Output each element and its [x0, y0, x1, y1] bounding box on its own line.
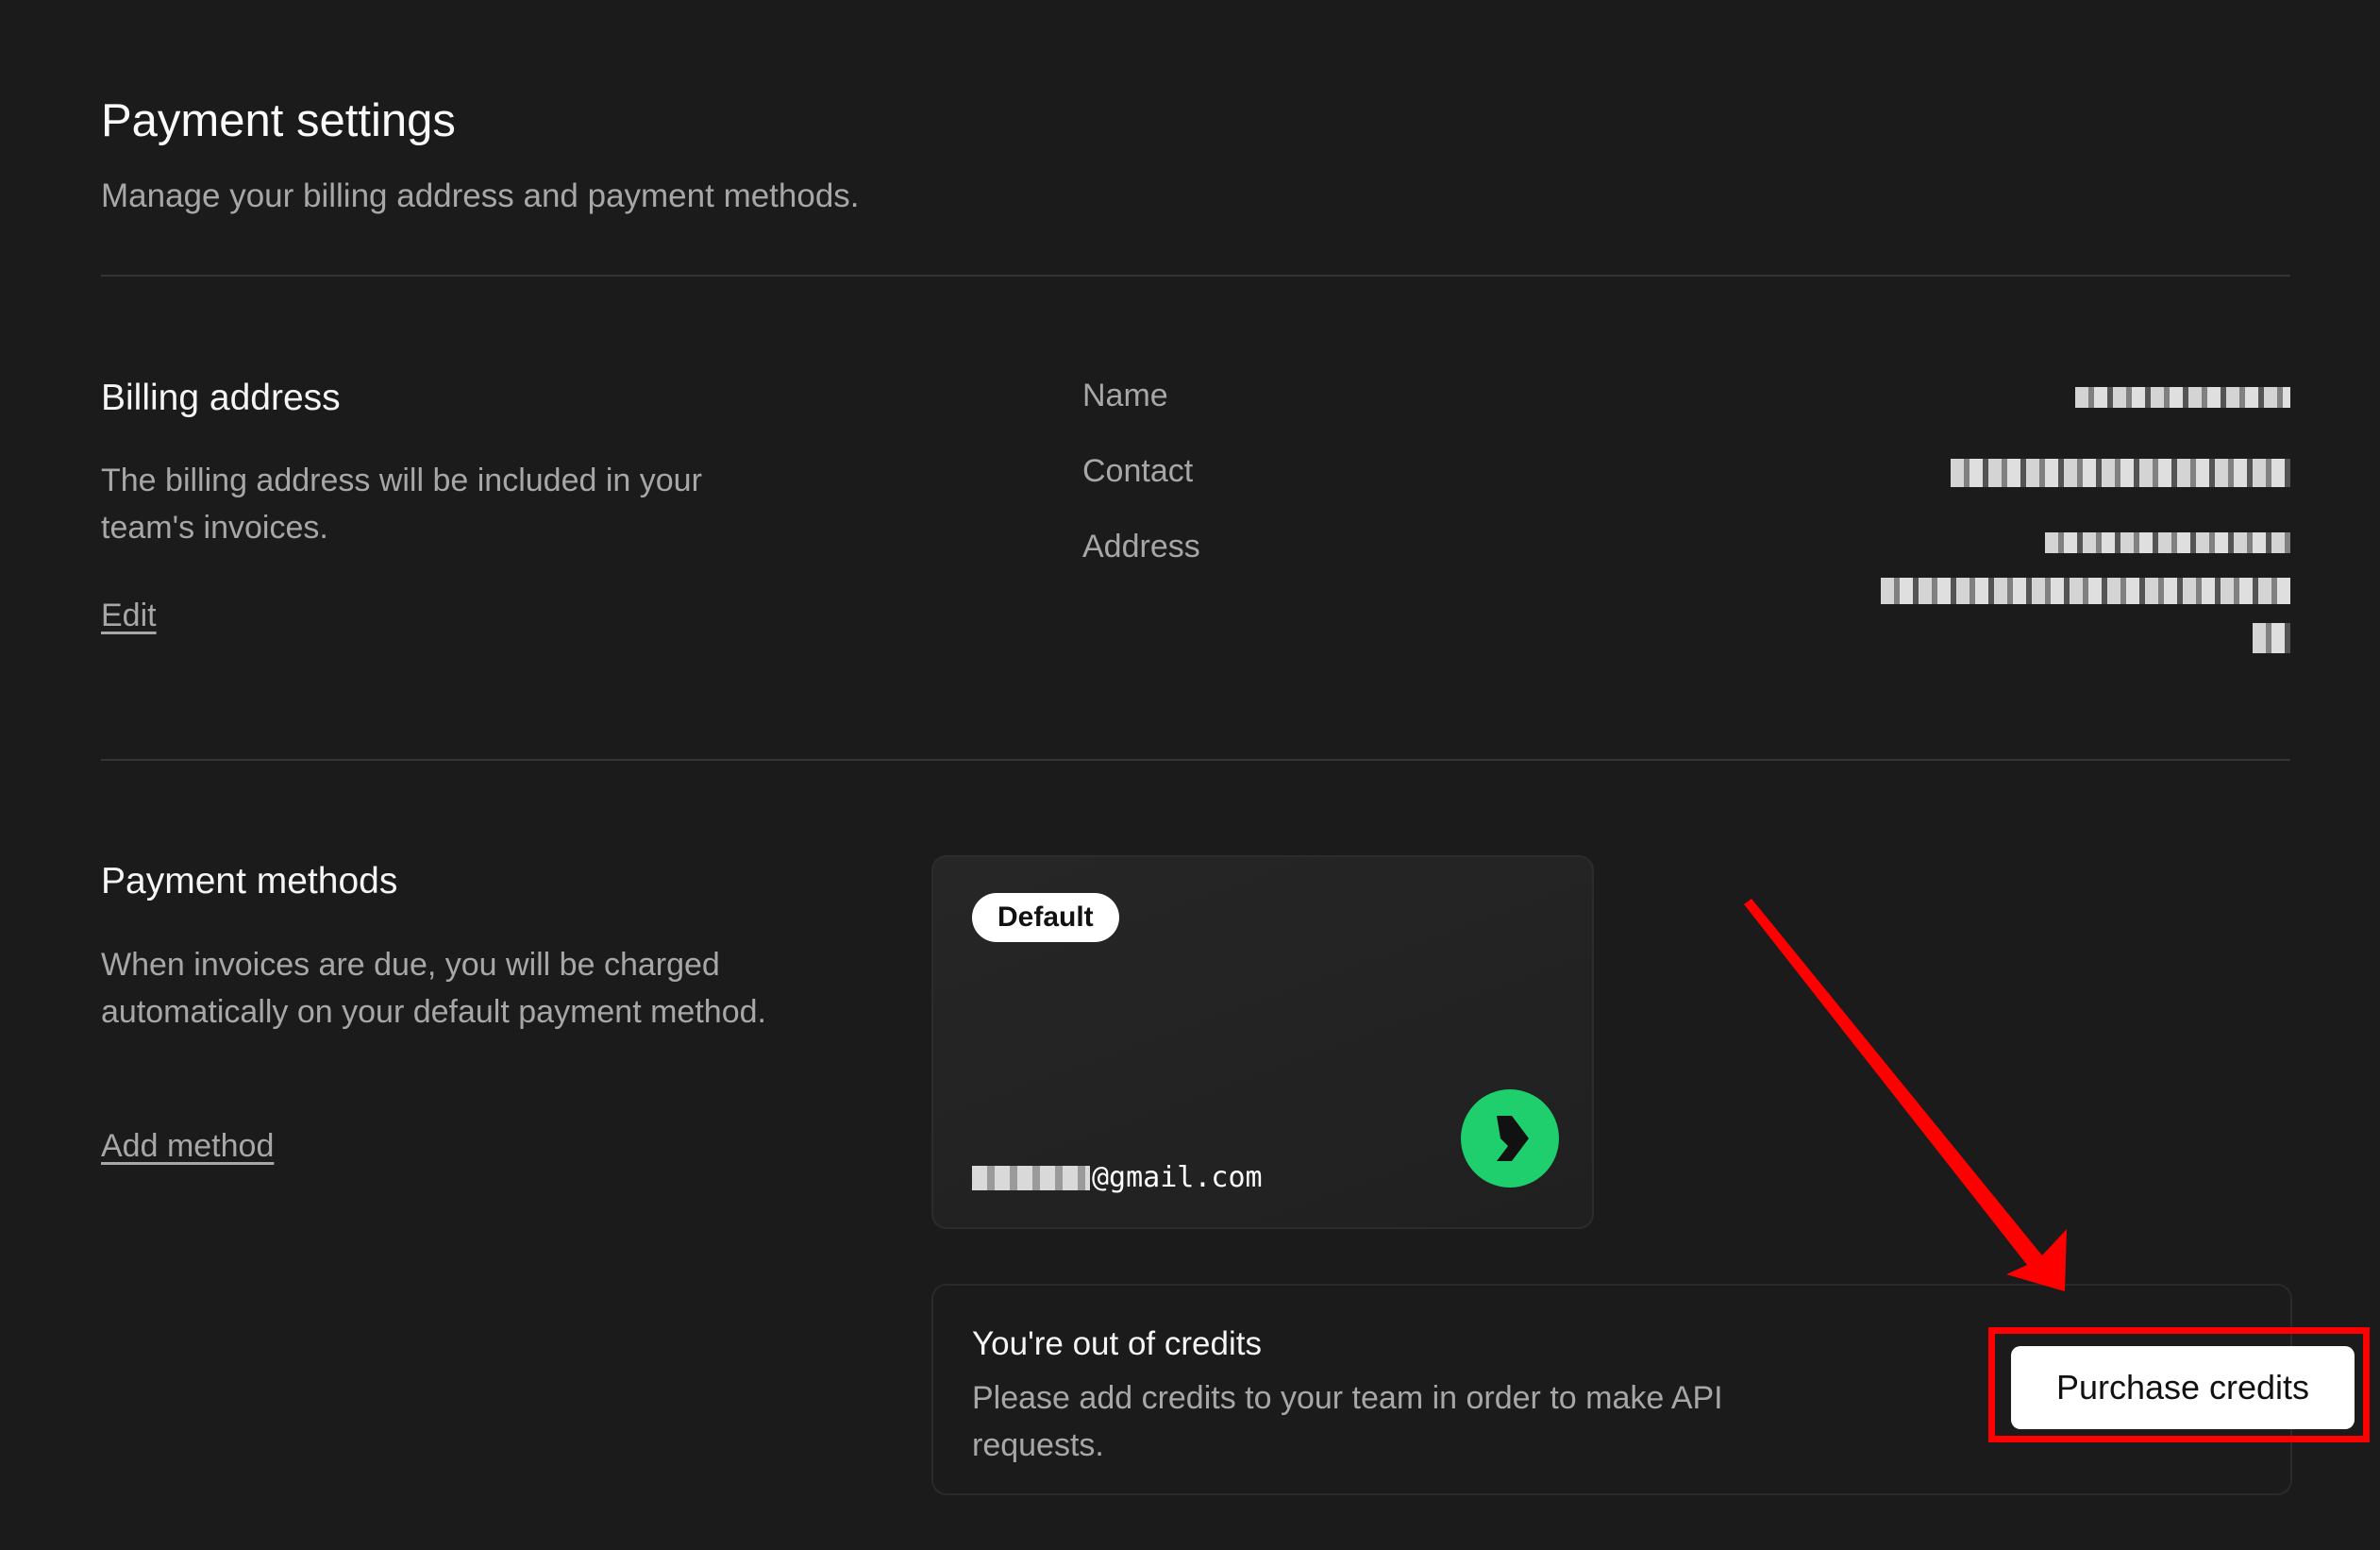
- contact-label: Contact: [1082, 453, 1194, 489]
- link-chevron-icon: [1497, 1116, 1529, 1161]
- name-label: Name: [1082, 378, 1168, 413]
- credits-title: You're out of credits: [972, 1325, 1262, 1362]
- redacted-address-line: [2253, 623, 2290, 653]
- payment-method-card[interactable]: Default @gmail.com: [931, 855, 1594, 1229]
- payment-methods-description: When invoices are due, you will be charg…: [101, 947, 766, 1030]
- redacted-email-prefix: [972, 1165, 1090, 1190]
- payment-methods-title: Payment methods: [101, 861, 398, 901]
- address-label: Address: [1082, 529, 1200, 564]
- edit-billing-link[interactable]: Edit: [101, 598, 157, 634]
- payment-settings-page: Payment settings Manage your billing add…: [101, 0, 2370, 1550]
- redacted-name-value: [2075, 387, 2290, 408]
- divider: [101, 275, 2290, 277]
- default-badge: Default: [972, 893, 1119, 942]
- out-of-credits-panel: You're out of credits Please add credits…: [931, 1284, 2370, 1495]
- redacted-address-line: [1881, 578, 2290, 604]
- billing-address-title: Billing address: [101, 378, 341, 418]
- billing-address-description: The billing address will be included in …: [101, 463, 702, 546]
- link-icon: [1461, 1089, 1559, 1188]
- card-email: @gmail.com: [972, 1161, 1263, 1194]
- card-email-domain: @gmail.com: [1092, 1161, 1263, 1194]
- page-title: Payment settings: [101, 95, 456, 146]
- redacted-address-line: [2045, 532, 2290, 553]
- credits-description: Please add credits to your team in order…: [972, 1380, 1723, 1463]
- page-subtitle: Manage your billing address and payment …: [101, 177, 860, 214]
- redacted-contact-value: [1951, 459, 2290, 487]
- divider: [101, 759, 2290, 761]
- add-method-link[interactable]: Add method: [101, 1128, 274, 1165]
- purchase-credits-button[interactable]: Purchase credits: [2011, 1346, 2355, 1429]
